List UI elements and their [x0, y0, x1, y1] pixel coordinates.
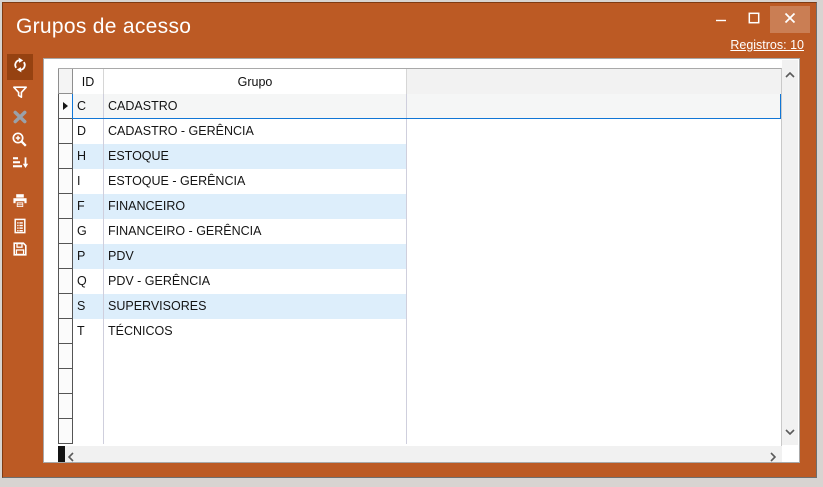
column-header-id[interactable]: ID — [73, 69, 104, 94]
cell-id[interactable]: H — [73, 144, 104, 169]
table-row[interactable]: GFINANCEIRO - GERÊNCIA — [58, 219, 781, 244]
row-filler — [407, 269, 781, 294]
magnifier-plus-icon — [11, 131, 29, 154]
grid-body: CCADASTRODCADASTRO - GERÊNCIAHESTOQUEIES… — [58, 94, 781, 446]
filter-button[interactable] — [7, 82, 33, 108]
save-button[interactable] — [7, 238, 33, 264]
table-row[interactable]: FFINANCEIRO — [58, 194, 781, 219]
scroll-up-icon[interactable] — [785, 65, 795, 83]
header-filler — [407, 69, 781, 94]
desktop-frame: Grupos de acesso Registros: 10 — [0, 0, 823, 487]
table-row[interactable]: IESTOQUE - GERÊNCIA — [58, 169, 781, 194]
maximize-icon — [748, 11, 760, 29]
cell-grupo[interactable]: CADASTRO - GERÊNCIA — [104, 119, 407, 144]
vertical-scrollbar[interactable] — [782, 60, 798, 445]
scroll-right-icon[interactable] — [770, 449, 776, 467]
cell-id[interactable]: G — [73, 219, 104, 244]
cell-id[interactable]: C — [73, 94, 104, 119]
clear-x-icon — [11, 108, 29, 131]
cell-grupo[interactable]: FINANCEIRO - GERÊNCIA — [104, 219, 407, 244]
cell-id[interactable]: Q — [73, 269, 104, 294]
row-indicator-cell — [58, 144, 73, 169]
content-panel: ID Grupo CCADASTRODCADASTRO - GERÊNCIAHE… — [43, 58, 800, 463]
cell-grupo[interactable]: PDV - GERÊNCIA — [104, 269, 407, 294]
row-indicator-cell — [58, 419, 73, 444]
empty-row — [58, 394, 781, 419]
scroll-left-icon[interactable] — [68, 449, 74, 467]
row-indicator-cell — [58, 294, 73, 319]
minimize-button[interactable] — [704, 6, 737, 33]
scroll-down-icon[interactable] — [785, 422, 795, 440]
window-controls — [704, 6, 810, 33]
table-row[interactable]: CCADASTRO — [58, 94, 781, 119]
window: Grupos de acesso Registros: 10 — [2, 2, 817, 478]
cell-grupo[interactable]: CADASTRO — [104, 94, 407, 119]
cell-id[interactable]: S — [73, 294, 104, 319]
grid-header: ID Grupo — [58, 69, 781, 94]
cell-id[interactable]: F — [73, 194, 104, 219]
cell-grupo[interactable]: FINANCEIRO — [104, 194, 407, 219]
row-indicator-cell — [58, 169, 73, 194]
filter-icon — [11, 84, 29, 107]
table-row[interactable]: SSUPERVISORES — [58, 294, 781, 319]
row-indicator-cell — [58, 94, 73, 119]
header-indicator-cell — [58, 69, 73, 94]
data-grid: ID Grupo CCADASTRODCADASTRO - GERÊNCIAHE… — [58, 68, 782, 446]
row-filler — [407, 294, 781, 319]
row-filler — [407, 244, 781, 269]
cell-grupo[interactable]: PDV — [104, 244, 407, 269]
floppy-disk-icon — [11, 240, 29, 263]
horizontal-scrollbar-thumb[interactable] — [58, 446, 65, 462]
row-indicator-cell — [58, 194, 73, 219]
cell-grupo[interactable]: ESTOQUE - GERÊNCIA — [104, 169, 407, 194]
row-indicator-cell — [58, 219, 73, 244]
empty-row — [58, 419, 781, 444]
print-button[interactable] — [7, 190, 33, 216]
refresh-button[interactable] — [7, 54, 33, 80]
row-indicator-cell — [58, 244, 73, 269]
report-icon — [11, 217, 29, 240]
table-row[interactable]: HESTOQUE — [58, 144, 781, 169]
empty-row — [58, 369, 781, 394]
refresh-icon — [11, 56, 29, 79]
empty-row — [58, 344, 781, 369]
row-filler — [407, 144, 781, 169]
close-icon — [784, 11, 796, 29]
row-indicator-cell — [58, 269, 73, 294]
table-row[interactable]: PPDV — [58, 244, 781, 269]
row-filler — [407, 119, 781, 144]
cell-id[interactable]: P — [73, 244, 104, 269]
current-row-arrow-icon — [63, 102, 68, 110]
horizontal-scrollbar[interactable] — [58, 446, 782, 462]
window-title: Grupos de acesso — [16, 15, 191, 39]
cell-id[interactable]: D — [73, 119, 104, 144]
printer-icon — [11, 192, 29, 215]
maximize-button[interactable] — [737, 6, 770, 33]
close-button[interactable] — [770, 6, 810, 33]
row-indicator-cell — [58, 119, 73, 144]
minimize-icon — [715, 11, 727, 29]
cell-grupo[interactable]: TÉCNICOS — [104, 319, 407, 344]
cell-id[interactable]: I — [73, 169, 104, 194]
row-indicator-cell — [58, 319, 73, 344]
sort-descending-icon — [11, 154, 29, 177]
cell-id[interactable]: T — [73, 319, 104, 344]
table-row[interactable]: DCADASTRO - GERÊNCIA — [58, 119, 781, 144]
row-filler — [407, 219, 781, 244]
row-indicator-cell — [58, 369, 73, 394]
sort-button[interactable] — [7, 152, 33, 178]
table-row[interactable]: TTÉCNICOS — [58, 319, 781, 344]
row-filler — [407, 194, 781, 219]
row-filler — [407, 94, 781, 119]
row-filler — [407, 169, 781, 194]
row-indicator-cell — [58, 344, 73, 369]
column-header-grupo[interactable]: Grupo — [104, 69, 407, 94]
registros-link[interactable]: Registros: 10 — [730, 38, 804, 52]
row-indicator-cell — [58, 394, 73, 419]
row-filler — [407, 319, 781, 344]
cell-grupo[interactable]: SUPERVISORES — [104, 294, 407, 319]
cell-grupo[interactable]: ESTOQUE — [104, 144, 407, 169]
table-row[interactable]: QPDV - GERÊNCIA — [58, 269, 781, 294]
